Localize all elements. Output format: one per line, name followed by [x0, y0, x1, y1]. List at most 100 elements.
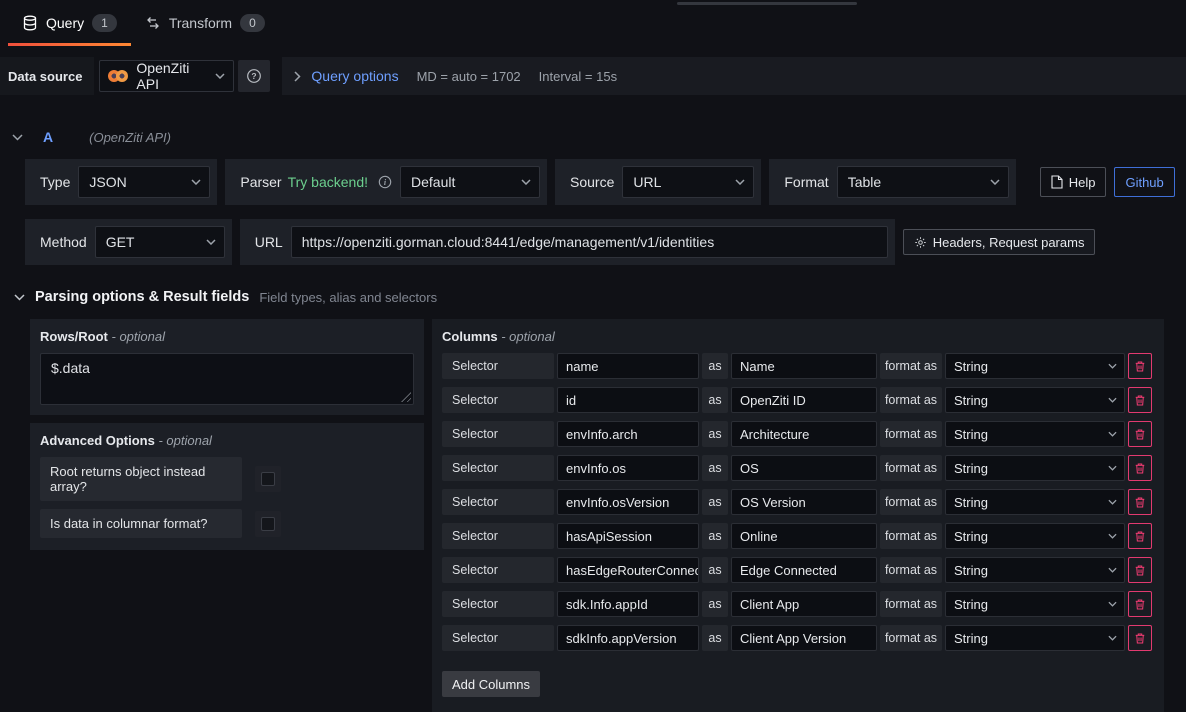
chevron-down-icon: [1108, 533, 1117, 539]
parsing-options-header[interactable]: Parsing options & Result fields Field ty…: [14, 289, 1186, 305]
info-circle-icon[interactable]: i: [378, 175, 392, 189]
resize-grip-icon[interactable]: [401, 392, 411, 402]
alias-input[interactable]: OpenZiti ID: [731, 387, 877, 413]
trash-icon: [1134, 564, 1146, 577]
column-row: Selector hasEdgeRouterConnection as Edge…: [442, 557, 1152, 583]
alias-input[interactable]: OS Version: [731, 489, 877, 515]
add-columns-button[interactable]: Add Columns: [442, 671, 540, 697]
delete-column-button[interactable]: [1128, 591, 1152, 617]
delete-column-button[interactable]: [1128, 523, 1152, 549]
alias-input[interactable]: Client App Version: [731, 625, 877, 651]
url-input[interactable]: https://openziti.gorman.cloud:8441/edge/…: [291, 226, 888, 258]
format-select[interactable]: String: [945, 557, 1125, 583]
trash-icon: [1134, 462, 1146, 475]
database-icon: [22, 15, 38, 31]
chevron-right-icon[interactable]: [294, 71, 301, 82]
format-select-value: String: [954, 631, 988, 646]
alias-input[interactable]: Architecture: [731, 421, 877, 447]
selector-label: Selector: [442, 455, 554, 481]
editor-row-1: Type JSON ParserTry backend! i Default S…: [25, 159, 1164, 205]
method-label: Method: [32, 234, 95, 250]
format-as-label: format as: [880, 387, 942, 413]
column-row: Selector name as Name format as String: [442, 353, 1152, 379]
format-select[interactable]: String: [945, 625, 1125, 651]
format-select[interactable]: String: [945, 523, 1125, 549]
datasource-picker[interactable]: OpenZiti API: [99, 60, 234, 92]
openziti-logo-icon: [108, 70, 128, 82]
chevron-down-icon: [1108, 431, 1117, 437]
method-select[interactable]: GET: [95, 226, 225, 258]
selector-input[interactable]: envInfo.os: [557, 455, 699, 481]
advanced-options-heading: Advanced Options - optional: [40, 433, 414, 448]
root-returns-object-checkbox[interactable]: [255, 466, 281, 492]
delete-column-button[interactable]: [1128, 557, 1152, 583]
document-icon: [1051, 175, 1063, 189]
selector-input[interactable]: sdk.Info.appId: [557, 591, 699, 617]
headers-request-params-button[interactable]: Headers, Request params: [903, 229, 1096, 255]
collapse-chevron-icon[interactable]: [14, 294, 25, 301]
parser-select-value: Default: [411, 174, 455, 190]
alias-input[interactable]: OS: [731, 455, 877, 481]
source-select[interactable]: URL: [622, 166, 754, 198]
chevron-down-icon: [1108, 397, 1117, 403]
as-label: as: [702, 387, 728, 413]
delete-column-button[interactable]: [1128, 353, 1152, 379]
as-label: as: [702, 523, 728, 549]
delete-column-button[interactable]: [1128, 421, 1152, 447]
chevron-down-icon: [206, 239, 216, 245]
tab-transform[interactable]: Transform 0: [131, 0, 279, 46]
parser-select[interactable]: Default: [400, 166, 540, 198]
alias-input[interactable]: Name: [731, 353, 877, 379]
datasource-help-button[interactable]: ?: [238, 60, 270, 92]
help-button[interactable]: Help: [1040, 167, 1107, 197]
delete-column-button[interactable]: [1128, 455, 1152, 481]
tab-query[interactable]: Query 1: [8, 0, 131, 46]
selector-input[interactable]: envInfo.osVersion: [557, 489, 699, 515]
delete-column-button[interactable]: [1128, 625, 1152, 651]
type-select[interactable]: JSON: [78, 166, 210, 198]
selector-input[interactable]: sdkInfo.appVersion: [557, 625, 699, 651]
selector-input[interactable]: envInfo.arch: [557, 421, 699, 447]
format-select[interactable]: String: [945, 421, 1125, 447]
format-select[interactable]: String: [945, 591, 1125, 617]
datasource-picker-value: OpenZiti API: [136, 60, 207, 92]
url-label: URL: [247, 234, 291, 250]
format-select[interactable]: String: [945, 455, 1125, 481]
format-select[interactable]: String: [945, 387, 1125, 413]
question-circle-icon: ?: [246, 68, 262, 84]
selector-input[interactable]: name: [557, 353, 699, 379]
selector-input[interactable]: id: [557, 387, 699, 413]
alias-input[interactable]: Online: [731, 523, 877, 549]
query-row-header[interactable]: A (OpenZiti API): [12, 121, 1186, 153]
column-row: Selector id as OpenZiti ID format as Str…: [442, 387, 1152, 413]
query-options-link[interactable]: Query options: [311, 68, 398, 84]
selector-label: Selector: [442, 523, 554, 549]
selector-input[interactable]: hasEdgeRouterConnection: [557, 557, 699, 583]
advanced-option-row: Root returns object instead array?: [40, 457, 414, 501]
format-select-value: String: [954, 461, 988, 476]
selector-label: Selector: [442, 625, 554, 651]
collapse-chevron-icon[interactable]: [12, 134, 23, 141]
selector-label: Selector: [442, 489, 554, 515]
trash-icon: [1134, 496, 1146, 509]
as-label: as: [702, 591, 728, 617]
rows-root-textarea[interactable]: $.data: [40, 353, 414, 405]
delete-column-button[interactable]: [1128, 387, 1152, 413]
as-label: as: [702, 489, 728, 515]
format-select-value: String: [954, 563, 988, 578]
alias-input[interactable]: Edge Connected: [731, 557, 877, 583]
selector-input[interactable]: hasApiSession: [557, 523, 699, 549]
format-select[interactable]: String: [945, 489, 1125, 515]
format-select[interactable]: Table: [837, 166, 1009, 198]
pane-drag-handle[interactable]: [677, 2, 857, 5]
query-toolbar: Data source OpenZiti API ? Query options…: [0, 57, 1186, 95]
format-select[interactable]: String: [945, 353, 1125, 379]
method-select-value: GET: [106, 234, 135, 250]
delete-column-button[interactable]: [1128, 489, 1152, 515]
alias-input[interactable]: Client App: [731, 591, 877, 617]
github-button[interactable]: Github: [1114, 167, 1174, 197]
selector-label: Selector: [442, 387, 554, 413]
advanced-options-panel: Advanced Options - optional Root returns…: [30, 423, 424, 550]
columnar-format-checkbox[interactable]: [255, 511, 281, 537]
parsing-left-column: Rows/Root - optional $.data Advanced Opt…: [30, 319, 424, 550]
